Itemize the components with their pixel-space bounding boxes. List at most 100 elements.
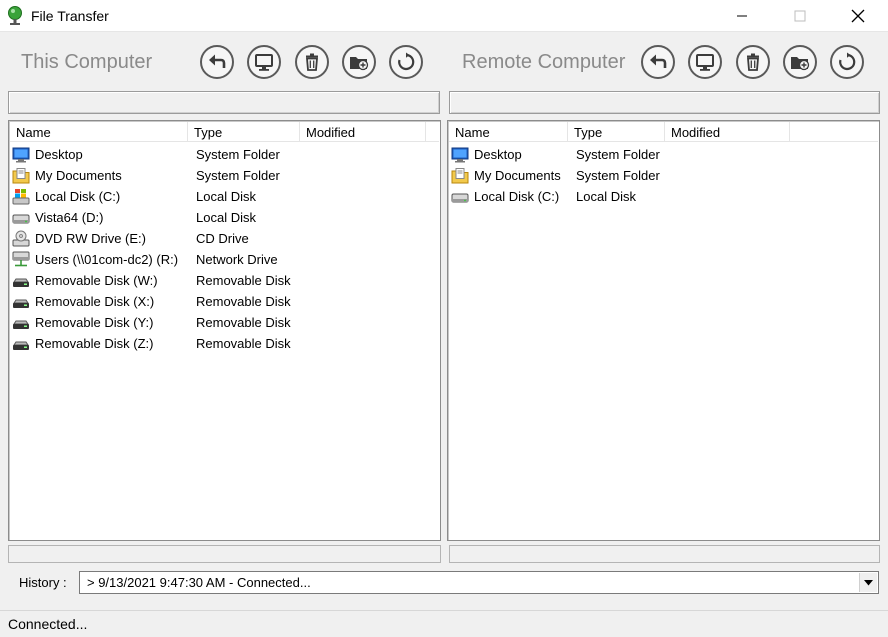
item-type: CD Drive — [196, 231, 249, 246]
item-name: DVD RW Drive (E:) — [35, 231, 146, 246]
item-name: Desktop — [35, 147, 83, 162]
item-name: Local Disk (C:) — [474, 189, 560, 204]
history-combobox[interactable]: > 9/13/2021 9:47:30 AM - Connected... — [79, 571, 879, 594]
list-item[interactable]: Local Disk (C:) Local Disk — [449, 186, 878, 207]
desktop-icon — [451, 147, 469, 163]
item-type: System Folder — [196, 168, 280, 183]
refresh-icon — [839, 52, 856, 71]
history-label: History : — [19, 575, 67, 590]
list-item[interactable]: Removable Disk (X:) Removable Disk — [10, 291, 439, 312]
history-value: > 9/13/2021 9:47:30 AM - Connected... — [87, 575, 311, 590]
item-name: Desktop — [474, 147, 522, 162]
windows-disk-icon — [12, 189, 30, 205]
item-type: System Folder — [576, 168, 660, 183]
item-type: System Folder — [196, 147, 280, 162]
computer-icon — [255, 54, 273, 71]
list-item[interactable]: Vista64 (D:) Local Disk — [10, 207, 439, 228]
remote-refresh-button[interactable] — [830, 45, 864, 79]
local-refresh-button[interactable] — [389, 45, 423, 79]
list-item[interactable]: My Documents System Folder — [449, 165, 878, 186]
item-type: Removable Disk — [196, 315, 291, 330]
list-item[interactable]: Local Disk (C:) Local Disk — [10, 186, 439, 207]
new-folder-icon — [791, 57, 810, 71]
local-path-bar[interactable] — [8, 91, 440, 114]
desktop-icon — [12, 147, 30, 163]
item-type: Removable Disk — [196, 294, 291, 309]
item-type: Local Disk — [196, 189, 256, 204]
list-item[interactable]: Removable Disk (Y:) Removable Disk — [10, 312, 439, 333]
column-header-modified[interactable]: Modified — [300, 122, 426, 142]
maximize-button[interactable] — [777, 0, 823, 32]
item-name: Removable Disk (Y:) — [35, 315, 154, 330]
column-header-name[interactable]: Name — [449, 122, 568, 142]
minimize-icon — [737, 15, 747, 17]
removable-disk-icon — [13, 320, 29, 329]
removable-disk-icon — [13, 278, 29, 287]
list-item[interactable]: Desktop System Folder — [449, 144, 878, 165]
status-text: Connected... — [8, 616, 88, 632]
list-item[interactable]: Removable Disk (W:) Removable Disk — [10, 270, 439, 291]
remote-pane-label: Remote Computer — [462, 51, 626, 73]
remote-delete-button[interactable] — [736, 45, 770, 79]
item-name: Removable Disk (X:) — [35, 294, 155, 309]
refresh-icon — [398, 52, 415, 71]
remote-list-header: Name Type Modified — [449, 122, 878, 142]
local-new-folder-button[interactable] — [342, 45, 376, 79]
local-delete-button[interactable] — [295, 45, 329, 79]
network-drive-icon — [12, 251, 30, 267]
removable-disk-icon — [13, 341, 29, 350]
list-item[interactable]: DVD RW Drive (E:) CD Drive — [10, 228, 439, 249]
chevron-down-icon — [864, 579, 873, 585]
close-icon — [851, 9, 865, 23]
hard-disk-icon — [12, 214, 30, 224]
history-dropdown-button[interactable] — [859, 573, 877, 592]
remote-back-button[interactable] — [641, 45, 675, 79]
list-item[interactable]: My Documents System Folder — [10, 165, 439, 186]
back-arrow-icon — [209, 54, 226, 68]
removable-disk-icon — [13, 299, 29, 308]
item-type: Removable Disk — [196, 336, 291, 351]
remote-path-bar[interactable] — [449, 91, 880, 114]
column-header-modified[interactable]: Modified — [665, 122, 790, 142]
trash-icon — [306, 53, 318, 71]
local-status-panel — [8, 545, 441, 563]
close-button[interactable] — [835, 0, 881, 32]
column-header-name[interactable]: Name — [10, 122, 188, 142]
item-name: Users (\\01com-dc2) (R:) — [35, 252, 179, 267]
title-bar: File Transfer — [0, 0, 888, 32]
column-header-type[interactable]: Type — [188, 122, 300, 142]
minimize-button[interactable] — [719, 0, 765, 32]
list-item[interactable]: Removable Disk (Z:) Removable Disk — [10, 333, 439, 354]
remote-file-list[interactable]: Name Type Modified Desktop System Folder M… — [447, 120, 880, 541]
item-type: Local Disk — [196, 210, 256, 225]
column-header-type[interactable]: Type — [568, 122, 665, 142]
remote-new-folder-button[interactable] — [783, 45, 817, 79]
item-type: Local Disk — [576, 189, 636, 204]
local-file-list[interactable]: Name Type Modified Desktop System Folder M… — [8, 120, 441, 541]
documents-folder-icon — [12, 168, 30, 184]
item-name: Local Disk (C:) — [35, 189, 121, 204]
item-name: My Documents — [35, 168, 122, 183]
item-name: Removable Disk (Z:) — [35, 336, 154, 351]
list-item[interactable]: Users (\\01com-dc2) (R:) Network Drive — [10, 249, 439, 270]
item-type: Network Drive — [196, 252, 278, 267]
new-folder-icon — [350, 57, 369, 71]
documents-folder-icon — [451, 168, 469, 184]
list-item[interactable]: Desktop System Folder — [10, 144, 439, 165]
computer-icon — [696, 54, 714, 71]
item-type: Removable Disk — [196, 273, 291, 288]
hard-disk-icon — [451, 193, 469, 203]
window-title: File Transfer — [31, 8, 109, 24]
local-back-button[interactable] — [200, 45, 234, 79]
item-type: System Folder — [576, 147, 660, 162]
status-bar: Connected... — [0, 610, 888, 637]
local-list-header: Name Type Modified — [10, 122, 439, 142]
remote-computer-button[interactable] — [688, 45, 722, 79]
dvd-drive-icon — [12, 230, 30, 247]
local-computer-button[interactable] — [247, 45, 281, 79]
app-logo-icon — [8, 6, 22, 25]
local-pane-label: This Computer — [21, 51, 153, 73]
trash-icon — [747, 53, 759, 71]
back-arrow-icon — [650, 54, 667, 68]
remote-status-panel — [449, 545, 880, 563]
